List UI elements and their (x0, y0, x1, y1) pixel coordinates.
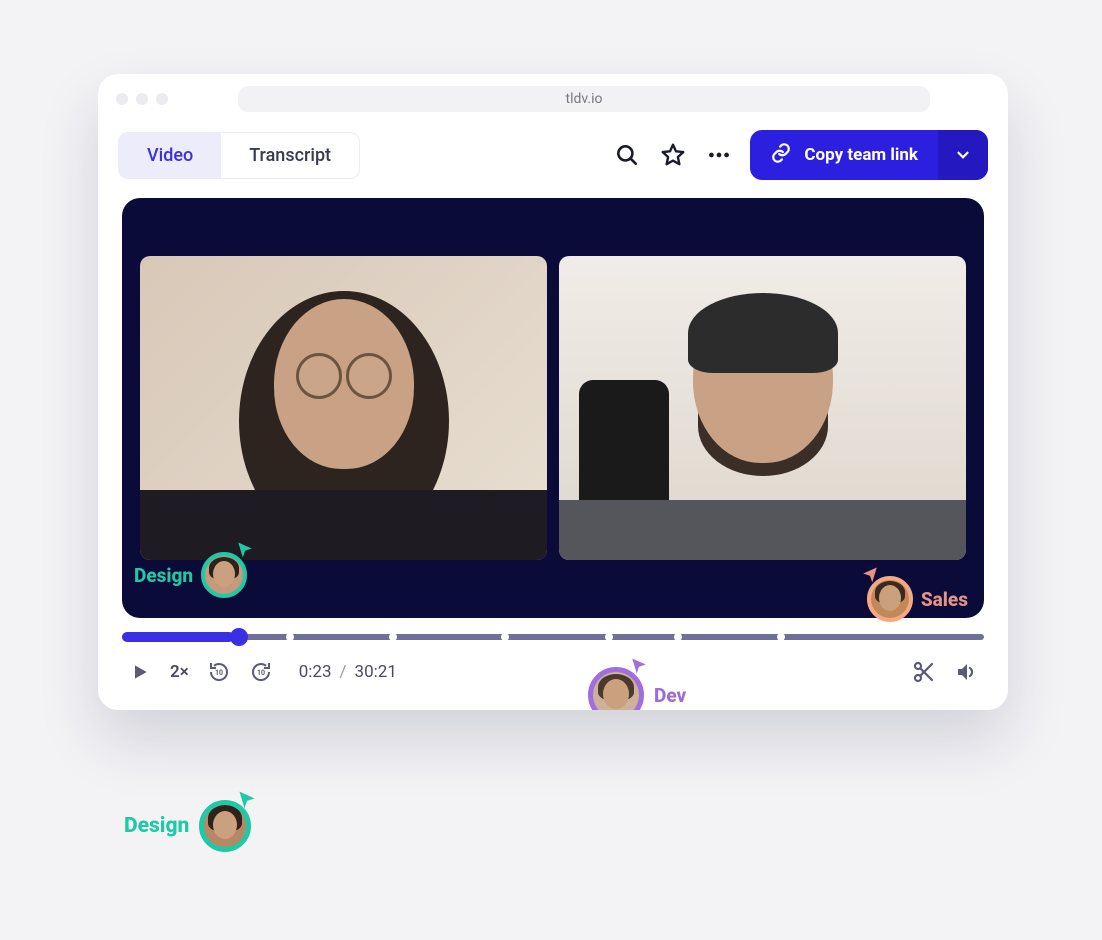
time-separator: / (340, 662, 347, 682)
cursor-dev: Dev (588, 667, 686, 710)
svg-text:10: 10 (257, 669, 265, 677)
avatar-design (201, 552, 247, 598)
seek-thumb[interactable] (230, 628, 248, 646)
copy-team-link-button: Copy team link (750, 130, 988, 180)
traffic-light-minimize[interactable] (136, 93, 148, 105)
seek-marker[interactable] (605, 633, 613, 641)
video-area: Design Sales (122, 198, 984, 618)
link-icon (770, 142, 792, 169)
search-icon[interactable] (612, 140, 642, 170)
avatar-dev (588, 667, 644, 710)
rewind-10-icon[interactable]: 10 (207, 660, 231, 684)
cursor-dev-label: Dev (654, 684, 686, 707)
address-bar-url: tldv.io (565, 91, 602, 107)
seek-marker[interactable] (674, 633, 682, 641)
copy-team-link-main[interactable]: Copy team link (750, 142, 938, 169)
address-bar[interactable]: tldv.io (238, 86, 930, 112)
cursor-design-external: Design (124, 800, 251, 852)
tab-video[interactable]: Video (119, 133, 221, 178)
tab-transcript[interactable]: Transcript (221, 133, 359, 178)
seek-progress (122, 632, 234, 642)
player-controls: 2× 10 10 0:23 / 30:21 (98, 642, 1008, 710)
copy-team-link-label: Copy team link (804, 145, 918, 165)
total-time: 30:21 (355, 662, 397, 682)
current-time: 0:23 (299, 662, 332, 682)
browser-chrome: tldv.io (98, 74, 1008, 120)
toolbar: Video Transcript Copy team link (98, 120, 1008, 198)
copy-team-link-dropdown[interactable] (938, 130, 988, 180)
seek-track (122, 634, 984, 640)
video-tile-participant-2[interactable] (559, 256, 966, 560)
browser-window: tldv.io Video Transcript Copy team link (98, 74, 1008, 710)
time-display: 0:23 / 30:21 (299, 662, 397, 682)
traffic-lights (116, 93, 168, 105)
avatar-design-external (199, 800, 251, 852)
cursor-design: Design (134, 552, 247, 598)
cursor-design-label: Design (134, 564, 193, 587)
traffic-light-close[interactable] (116, 93, 128, 105)
svg-text:10: 10 (215, 669, 223, 677)
more-icon[interactable] (704, 140, 734, 170)
scissors-icon[interactable] (912, 660, 936, 684)
play-icon[interactable] (128, 660, 152, 684)
cursor-sales-label: Sales (921, 588, 968, 611)
video-tile-participant-1[interactable] (140, 256, 547, 560)
traffic-light-maximize[interactable] (156, 93, 168, 105)
cursor-design-external-label: Design (124, 814, 189, 838)
view-tabs: Video Transcript (118, 132, 360, 179)
cursor-sales: Sales (867, 576, 968, 622)
seek-bar[interactable] (122, 632, 984, 642)
star-icon[interactable] (658, 140, 688, 170)
playback-speed[interactable]: 2× (170, 662, 189, 682)
volume-icon[interactable] (954, 660, 978, 684)
forward-10-icon[interactable]: 10 (249, 660, 273, 684)
seek-marker[interactable] (286, 633, 294, 641)
avatar-sales (867, 576, 913, 622)
